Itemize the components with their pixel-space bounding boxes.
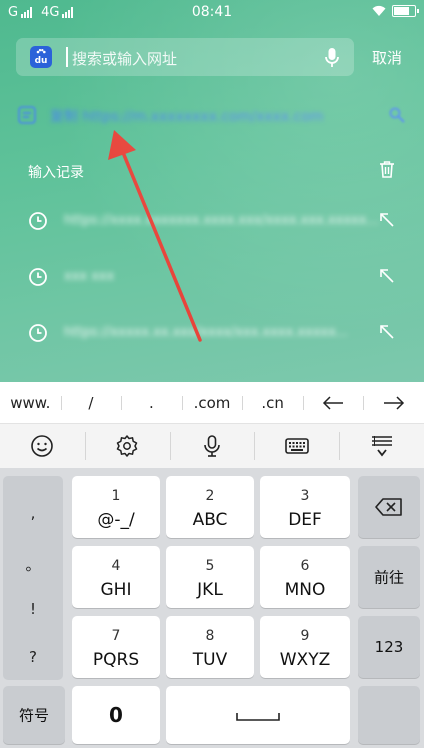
punct-exclaim[interactable]: ! <box>3 600 63 618</box>
paw-icon <box>36 49 46 54</box>
fill-arrow-icon[interactable] <box>378 267 396 285</box>
shortcut-cn[interactable]: .cn <box>242 382 303 423</box>
key-number: 1 <box>111 488 121 504</box>
key-letters: JKL <box>197 580 223 600</box>
history-item-text: https://xxxxx.xx.xxx/xxxx/xxx.xxxx.xxxxx… <box>64 325 349 340</box>
url-shortcut-bar: www. / . .com .cn <box>0 382 424 424</box>
history-item[interactable]: xxx xxx <box>0 249 424 305</box>
space-icon <box>236 713 280 721</box>
punctuation-column[interactable]: , 。 ! ? <box>3 476 63 680</box>
key-zero-label: 0 <box>109 703 123 727</box>
history-title: 输入记录 <box>28 165 84 181</box>
key-2[interactable]: 2 ABC <box>166 476 254 538</box>
shortcut-www[interactable]: www. <box>0 382 61 423</box>
status-time: 08:41 <box>191 4 233 20</box>
status-icons <box>372 5 419 17</box>
key-5[interactable]: 5 JKL <box>166 546 254 608</box>
key-letters: MNO <box>284 580 326 600</box>
shortcut-dot[interactable]: . <box>121 382 182 423</box>
space-key[interactable] <box>166 686 350 744</box>
history-item-text: xxx xxx <box>64 269 115 284</box>
logo-text: du <box>34 56 48 66</box>
search-input[interactable]: du 搜索或输入网址 <box>16 38 354 76</box>
key-1[interactable]: 1 @-_/ <box>72 476 160 538</box>
search-arrow-icon <box>389 107 405 123</box>
go-key-label: 前往 <box>373 568 404 587</box>
shortcut-com[interactable]: .com <box>181 382 243 423</box>
emoji-button[interactable] <box>0 424 85 468</box>
status-bar: G 4G 08:41 <box>0 0 424 26</box>
settings-icon <box>116 435 138 457</box>
key-number: 8 <box>205 628 215 644</box>
key-number: 9 <box>300 628 310 644</box>
search-placeholder: 搜索或输入网址 <box>72 50 178 68</box>
history-item-text: https://xxxx.xxxxxxx.xxxx.xxx/xxxx.xxx.x… <box>64 213 379 228</box>
key-letters: TUV <box>192 650 228 670</box>
clock-icon <box>29 212 47 230</box>
history-item[interactable]: https://xxxx.xxxxxxx.xxxx.xxx/xxxx.xxx.x… <box>0 193 424 249</box>
key-letters: GHI <box>100 580 132 600</box>
fill-arrow-icon[interactable] <box>378 211 396 229</box>
browser-search-panel: G 4G 08:41 du 搜索或输入网址 取消 复制 https://m.xx… <box>0 0 424 382</box>
battery-icon <box>392 5 419 17</box>
cancel-button[interactable]: 取消 <box>372 47 402 68</box>
symbol-key-label: 符号 <box>18 706 49 725</box>
key-0[interactable]: 0 <box>72 686 160 744</box>
voice-search-icon[interactable] <box>324 47 340 69</box>
keyboard-icon <box>284 438 309 454</box>
cursor-right-button[interactable] <box>363 382 424 423</box>
symbol-key[interactable]: 符号 <box>3 686 65 744</box>
key-letters: ABC <box>192 510 228 530</box>
globe-icon <box>18 106 36 124</box>
key-6[interactable]: 6 MNO <box>260 546 350 608</box>
punct-question[interactable]: ? <box>3 648 63 666</box>
key-4[interactable]: 4 GHI <box>72 546 160 608</box>
clipboard-suggestion[interactable]: 复制 https://m.xxxxxxxx.com/xxxx.com <box>16 100 412 130</box>
key-number: 2 <box>205 488 215 504</box>
punct-comma[interactable]: , <box>3 504 63 522</box>
key-letters: DEF <box>288 510 322 530</box>
voice-input-button[interactable] <box>169 424 255 468</box>
backspace-key[interactable] <box>358 476 420 538</box>
history-item[interactable]: https://xxxxx.xx.xxx/xxxx/xxx.xxxx.xxxxx… <box>0 305 424 361</box>
fill-arrow-icon[interactable] <box>378 323 396 341</box>
t9-keyboard: , 。 ! ? 1 @-_/ 2 ABC 3 DEF 4 GHI 5 JKL 6… <box>0 468 424 748</box>
trash-icon[interactable] <box>378 160 396 178</box>
collapse-keyboard-icon <box>371 436 392 457</box>
key-letters: @-_/ <box>97 510 135 530</box>
key-8[interactable]: 8 TUV <box>166 616 254 678</box>
cursor-left-button[interactable] <box>302 382 364 423</box>
mic-icon <box>204 435 220 457</box>
key-9[interactable]: 9 WXYZ <box>260 616 350 678</box>
go-key[interactable]: 前往 <box>358 546 420 608</box>
punct-period[interactable]: 。 <box>3 554 63 575</box>
collapse-keyboard-button[interactable] <box>339 424 424 468</box>
key-3[interactable]: 3 DEF <box>260 476 350 538</box>
numeric-mode-label: 123 <box>374 638 404 656</box>
key-letters: PQRS <box>92 650 140 670</box>
key-number: 5 <box>205 558 215 574</box>
numeric-mode-key[interactable]: 123 <box>358 616 420 678</box>
key-7[interactable]: 7 PQRS <box>72 616 160 678</box>
clock-icon <box>29 324 47 342</box>
arrow-right-icon <box>383 395 404 410</box>
keyboard-toolbar <box>0 424 424 468</box>
text-cursor <box>66 47 68 67</box>
clock-icon <box>29 268 47 286</box>
backspace-icon <box>375 498 402 516</box>
key-number: 3 <box>300 488 310 504</box>
keyboard-switch-button[interactable] <box>254 424 339 468</box>
wifi-icon <box>372 5 386 16</box>
key-number: 4 <box>111 558 121 574</box>
arrow-left-icon <box>323 395 344 410</box>
settings-button[interactable] <box>84 424 170 468</box>
key-letters: WXYZ <box>279 650 331 670</box>
shortcut-slash[interactable]: / <box>60 382 122 423</box>
enter-key[interactable] <box>358 686 420 744</box>
emoji-icon <box>31 435 54 457</box>
key-number: 7 <box>111 628 121 644</box>
key-number: 6 <box>300 558 310 574</box>
baidu-logo-icon: du <box>30 46 52 68</box>
suggestion-url: 复制 https://m.xxxxxxxx.com/xxxx.com <box>50 109 324 125</box>
